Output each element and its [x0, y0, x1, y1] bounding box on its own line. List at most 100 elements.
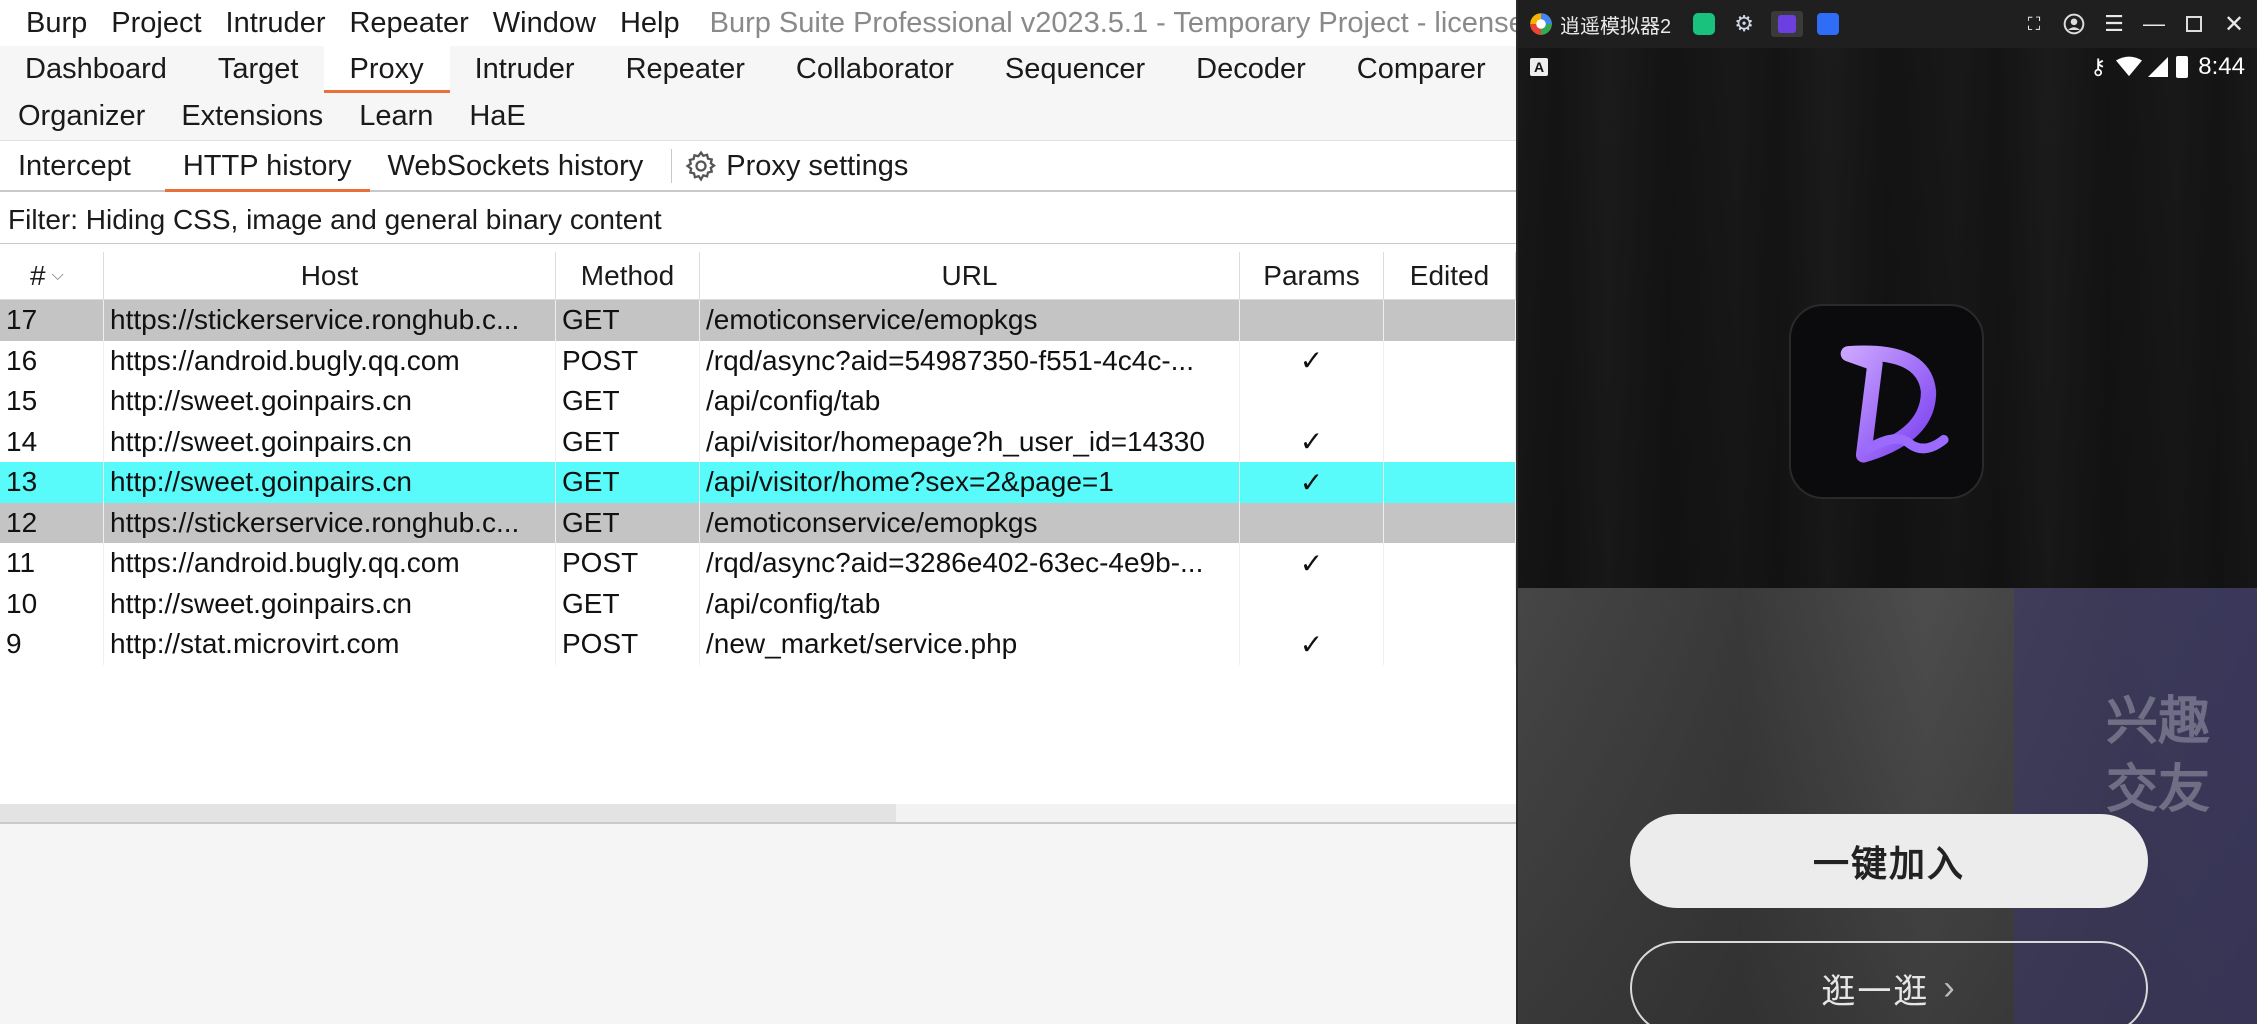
table-row[interactable]: 13 http://sweet.goinpairs.cn GET/api/visit… — [0, 462, 1516, 503]
table-row[interactable]: 16 https://android.bugly.qq.com POST/rqd/a… — [0, 340, 1516, 381]
cell-number: 11 — [0, 543, 104, 584]
battery-icon — [2176, 56, 2189, 78]
column-header-host[interactable]: Host — [104, 252, 556, 299]
fullscreen-icon[interactable]: ⛶ — [2021, 11, 2047, 37]
table-row[interactable]: 10 http://sweet.goinpairs.cn GET/api/confi… — [0, 583, 1516, 624]
tab-learn[interactable]: Learn — [341, 93, 451, 140]
tab-repeater[interactable]: Repeater — [601, 46, 771, 93]
cell-params: ✓ — [1240, 543, 1384, 584]
proxy-settings-button[interactable]: Proxy settings — [684, 141, 926, 191]
account-icon[interactable] — [2061, 11, 2087, 37]
cell-host: https://stickerservice.ronghub.c... — [104, 300, 556, 341]
table-row[interactable]: 15 http://sweet.goinpairs.cn GET/api/confi… — [0, 381, 1516, 422]
cell-params — [1240, 300, 1384, 341]
tab-organizer[interactable]: Organizer — [0, 93, 163, 140]
cell-edited — [1384, 421, 1516, 462]
main-tabs-row-2: Organizer Extensions Learn HaE — [0, 93, 1516, 141]
table-row[interactable]: 12 https://stickerservice.ronghub.c... GET… — [0, 502, 1516, 543]
table-row[interactable]: 14 http://sweet.goinpairs.cn GET/api/visit… — [0, 421, 1516, 462]
tab-comparer[interactable]: Comparer — [1332, 46, 1512, 93]
column-header-method[interactable]: Method — [556, 252, 700, 299]
cell-host: http://stat.microvirt.com — [104, 624, 556, 665]
side-banner-line-1: 兴趣 — [2105, 693, 2210, 751]
burp-window: Burp Project Intruder Repeater Window He… — [0, 0, 1516, 1024]
cell-host: https://android.bugly.qq.com — [104, 340, 556, 381]
filter-bar[interactable]: Filter: Hiding CSS, image and general bi… — [0, 196, 1516, 244]
cell-number: 16 — [0, 340, 104, 381]
tab-dashboard[interactable]: Dashboard — [0, 46, 193, 93]
cell-method: GET — [556, 502, 700, 543]
menu-help[interactable]: Help — [620, 7, 680, 40]
app-logo-icon — [1789, 304, 1984, 499]
subtab-intercept[interactable]: Intercept — [0, 141, 149, 191]
window-title: Burp Suite Professional v2023.5.1 - Temp… — [709, 6, 1516, 39]
settings-gear-icon[interactable]: ⚙ — [1731, 11, 1757, 37]
cell-edited — [1384, 340, 1516, 381]
tab-hae[interactable]: HaE — [451, 93, 543, 140]
cell-edited — [1384, 502, 1516, 543]
table-row[interactable]: 11 https://android.bugly.qq.com POST/rqd/a… — [0, 543, 1516, 584]
table-row[interactable]: 9 http://stat.microvirt.com POST/new_marke… — [0, 624, 1516, 665]
table-body: 17 https://stickerservice.ronghub.c... GET… — [0, 300, 1516, 665]
main-tabs-row-1: Dashboard Target Proxy Intruder Repeater… — [0, 46, 1516, 93]
cell-number: 13 — [0, 462, 104, 503]
table-header: # ⌵ Host Method URL Params Edited — [0, 252, 1516, 300]
notification-a-icon: A — [1530, 58, 1548, 76]
tab-proxy[interactable]: Proxy — [324, 46, 450, 93]
horizontal-scrollbar[interactable] — [0, 804, 1516, 822]
android-status-bar: A ⚷ 8:44 — [1518, 48, 2257, 86]
cell-method: GET — [556, 381, 700, 422]
column-number-label: # — [30, 259, 46, 291]
cell-url: /api/config/tab — [700, 381, 1240, 422]
minimize-icon[interactable]: — — [2141, 11, 2167, 37]
cell-params — [1240, 502, 1384, 543]
emulator-window: 兴趣 交友 一键加入 逛一逛 › 逍遥模拟器2 ⚙ ⛶ ☰ — ✕ A ⚷ 8:… — [1516, 0, 2257, 1024]
cell-number: 12 — [0, 502, 104, 543]
maximize-icon[interactable] — [2181, 11, 2207, 37]
app-tray-blue-icon[interactable] — [1815, 11, 1841, 37]
wifi-icon — [2116, 56, 2143, 77]
app-tray-active-icon[interactable] — [1771, 11, 1804, 37]
tab-target[interactable]: Target — [193, 46, 325, 93]
cell-method: POST — [556, 543, 700, 584]
tab-sequencer[interactable]: Sequencer — [980, 46, 1171, 93]
app-tray-green-icon[interactable] — [1691, 11, 1717, 37]
tab-extensions[interactable]: Extensions — [163, 93, 341, 140]
emulator-logo-icon — [1528, 11, 1554, 37]
menu-icon[interactable]: ☰ — [2101, 11, 2127, 37]
join-now-button[interactable]: 一键加入 — [1630, 814, 2148, 908]
cell-edited — [1384, 543, 1516, 584]
browse-button-label: 逛一逛 — [1821, 972, 1930, 1011]
column-header-params[interactable]: Params — [1240, 252, 1384, 299]
emulator-title: 逍遥模拟器2 — [1560, 15, 1672, 38]
subtab-http-history[interactable]: HTTP history — [164, 141, 370, 192]
menu-repeater[interactable]: Repeater — [349, 7, 468, 40]
menu-burp[interactable]: Burp — [26, 7, 87, 40]
cell-url: /api/visitor/homepage?h_user_id=14330 — [700, 421, 1240, 462]
close-icon[interactable]: ✕ — [2221, 11, 2247, 38]
cell-host: http://sweet.goinpairs.cn — [104, 421, 556, 462]
table-row[interactable]: 17 https://stickerservice.ronghub.c... GET… — [0, 300, 1516, 341]
browse-button[interactable]: 逛一逛 › — [1630, 941, 2148, 1024]
tab-intruder[interactable]: Intruder — [450, 46, 601, 93]
scrollbar-thumb[interactable] — [0, 804, 896, 822]
menu-bar: Burp Project Intruder Repeater Window He… — [0, 0, 1516, 46]
app-logo-glyph — [1840, 345, 1949, 463]
column-header-number[interactable]: # ⌵ — [0, 252, 104, 299]
subtab-websockets-history[interactable]: WebSockets history — [370, 141, 662, 191]
tab-collaborator[interactable]: Collaborator — [771, 46, 980, 93]
column-header-url[interactable]: URL — [700, 252, 1240, 299]
cell-method: GET — [556, 583, 700, 624]
menu-project[interactable]: Project — [111, 7, 201, 40]
key-icon: ⚷ — [2090, 54, 2107, 79]
menu-window[interactable]: Window — [493, 7, 596, 40]
cell-method: POST — [556, 340, 700, 381]
subtab-divider — [671, 149, 673, 183]
proxy-subtabs: Intercept HTTP history WebSockets histor… — [0, 142, 1516, 192]
menu-intruder[interactable]: Intruder — [226, 7, 326, 40]
cell-params: ✓ — [1240, 624, 1384, 665]
cell-url: /api/visitor/home?sex=2&page=1 — [700, 462, 1240, 503]
tab-decoder[interactable]: Decoder — [1171, 46, 1332, 93]
cell-method: GET — [556, 421, 700, 462]
column-header-edited[interactable]: Edited — [1384, 252, 1516, 299]
